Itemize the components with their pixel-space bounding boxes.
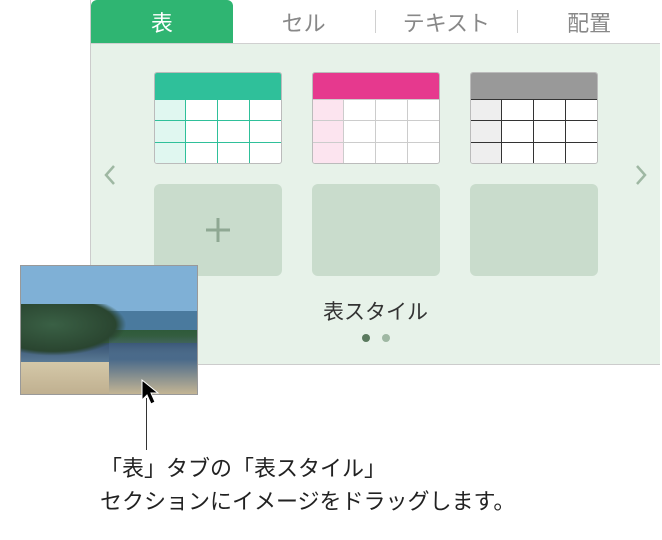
add-table-style-button[interactable]	[154, 184, 282, 276]
callout-instruction: 「表」タブの「表スタイル」 セクションにイメージをドラッグします。	[100, 452, 515, 518]
styles-prev-arrow[interactable]	[103, 164, 117, 192]
styles-next-arrow[interactable]	[634, 164, 648, 192]
empty-style-slot[interactable]	[312, 184, 440, 276]
tab-text[interactable]: テキスト	[376, 0, 518, 43]
page-dot-1[interactable]	[362, 334, 370, 342]
callout-line-1: 「表」タブの「表スタイル」	[100, 452, 515, 485]
callout-line-2: セクションにイメージをドラッグします。	[100, 485, 515, 518]
table-style-preset-teal[interactable]	[154, 72, 282, 164]
table-style-preset-pink[interactable]	[312, 72, 440, 164]
table-styles-row-1	[111, 72, 640, 164]
empty-style-slot[interactable]	[470, 184, 598, 276]
tab-table[interactable]: 表	[91, 0, 233, 43]
plus-icon	[198, 210, 238, 250]
inspector-tabs: 表 セル テキスト 配置	[91, 0, 660, 44]
cursor-icon	[140, 378, 164, 408]
table-styles-row-2	[111, 184, 640, 276]
tab-cell[interactable]: セル	[233, 0, 375, 43]
dragged-image-thumbnail[interactable]	[20, 265, 198, 395]
table-style-preset-gray[interactable]	[470, 72, 598, 164]
page-dot-2[interactable]	[382, 334, 390, 342]
tab-arrange[interactable]: 配置	[518, 0, 660, 43]
